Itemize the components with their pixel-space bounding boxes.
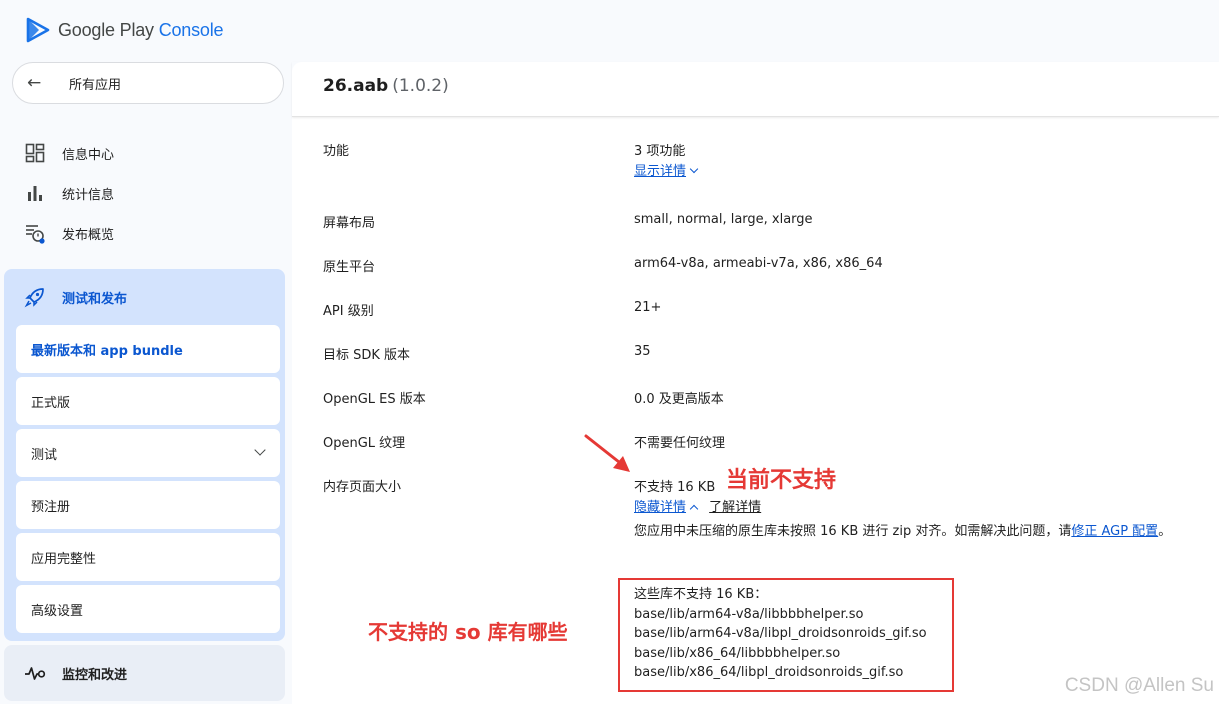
release-group: 测试和发布 最新版本和 app bundle 正式版 测试 预注册 应用完整性 … bbox=[4, 269, 285, 641]
play-console-logo[interactable]: Google Play Console bbox=[26, 16, 224, 44]
bar-chart-icon bbox=[24, 182, 46, 204]
nav-item-dashboard[interactable]: 信息中心 bbox=[24, 141, 114, 165]
sub-item-label: 正式版 bbox=[31, 395, 71, 411]
libs-title: 这些库不支持 16 KB： bbox=[634, 587, 768, 602]
opengl-es-label: OpenGL ES 版本 bbox=[323, 392, 426, 407]
target-sdk-value: 35 bbox=[634, 344, 651, 359]
dashboard-icon bbox=[24, 142, 46, 164]
lib-path: base/lib/arm64-v8a/libpl_droidsonroids_g… bbox=[634, 626, 927, 641]
alignment-description: 您应用中未压缩的原生库未按照 16 KB 进行 zip 对齐。如需解决此问题，请… bbox=[634, 522, 1194, 542]
release-group-label: 测试和发布 bbox=[62, 291, 128, 307]
features-value: 3 项功能 bbox=[634, 144, 686, 159]
screen-layout-label: 屏幕布局 bbox=[323, 216, 376, 231]
sub-item-label: 测试 bbox=[31, 447, 58, 463]
native-platforms-label: 原生平台 bbox=[323, 260, 376, 275]
nav-item-label: 统计信息 bbox=[62, 187, 115, 203]
memory-page-links: 隐藏详情 了解详情 bbox=[634, 496, 761, 515]
vitals-icon bbox=[24, 662, 46, 684]
sub-item-label: 预注册 bbox=[31, 499, 71, 515]
nav-item-monitor-and-improve[interactable]: 监控和改进 bbox=[4, 645, 285, 701]
lib-path: base/lib/x86_64/libbbbhelper.so bbox=[634, 645, 841, 661]
memory-page-size-value: 不支持 16 KB bbox=[634, 480, 716, 495]
opengl-textures-value: 不需要任何纹理 bbox=[634, 436, 726, 451]
annotation-which-so: 不支持的 so 库有哪些 bbox=[368, 620, 568, 644]
chevron-down-icon bbox=[689, 164, 699, 174]
opengl-es-value: 0.0 及更高版本 bbox=[634, 392, 724, 407]
bundle-header: 26.aab (1.0.2) bbox=[292, 62, 1219, 117]
api-level-label: API 级别 bbox=[323, 304, 374, 319]
api-level-value: 21+ bbox=[634, 300, 662, 315]
native-platforms-value: arm64-v8a, armeabi-v7a, x86, x86_64 bbox=[634, 256, 883, 271]
nav-item-label: 发布概览 bbox=[62, 227, 115, 243]
arrow-left-icon: ← bbox=[27, 73, 42, 93]
nav-item-production[interactable]: 正式版 bbox=[16, 377, 280, 425]
sub-item-label: 高级设置 bbox=[31, 603, 84, 619]
features-label: 功能 bbox=[323, 144, 350, 159]
show-details-text: 显示详情 bbox=[634, 164, 687, 179]
show-details-link[interactable]: 显示详情 bbox=[634, 160, 699, 179]
chevron-down-icon bbox=[254, 444, 266, 456]
target-sdk-label: 目标 SDK 版本 bbox=[323, 348, 411, 363]
all-apps-button[interactable]: ← 所有应用 bbox=[12, 62, 284, 104]
learn-more-link[interactable]: 了解详情 bbox=[709, 500, 761, 515]
annotation-current-unsupported: 当前不支持 bbox=[726, 468, 837, 493]
fix-agp-config-link[interactable]: 修正 AGP 配置 bbox=[1071, 524, 1158, 539]
unsupported-libs-box: 这些库不支持 16 KB： base/lib/arm64-v8a/libbbbh… bbox=[618, 578, 954, 692]
nav-item-testing[interactable]: 测试 bbox=[16, 429, 280, 477]
lib-path: base/lib/x86_64/libpl_droidsonroids_gif.… bbox=[634, 665, 904, 680]
bundle-name: 26.aab bbox=[323, 76, 389, 96]
nav-item-pre-registration[interactable]: 预注册 bbox=[16, 481, 280, 529]
brand-prefix: Google Play bbox=[58, 19, 154, 40]
nav-item-publishing-overview[interactable]: 发布概览 bbox=[24, 221, 114, 245]
publishing-overview-icon bbox=[24, 222, 46, 244]
lib-path: base/lib/arm64-v8a/libbbbhelper.so bbox=[634, 606, 864, 622]
page-title: 26.aab (1.0.2) bbox=[323, 76, 449, 96]
hide-details-text: 隐藏详情 bbox=[634, 500, 687, 515]
sub-item-label: 最新版本和 app bundle bbox=[31, 343, 183, 359]
memory-page-size-label: 内存页面大小 bbox=[323, 480, 402, 495]
screen-layout-value: small, normal, large, xlarge bbox=[634, 212, 813, 227]
nav-item-advanced-settings[interactable]: 高级设置 bbox=[16, 585, 280, 633]
monitor-label: 监控和改进 bbox=[62, 667, 128, 683]
description-text: 您应用中未压缩的原生库未按照 16 KB 进行 zip 对齐。如需解决此问题，请 bbox=[634, 524, 1072, 539]
nav-item-test-and-release[interactable]: 测试和发布 bbox=[24, 285, 127, 309]
brand-suffix: Console bbox=[158, 19, 224, 40]
brand-name: Google Play Console bbox=[58, 19, 224, 41]
opengl-textures-label: OpenGL 纹理 bbox=[323, 436, 406, 451]
chevron-up-icon bbox=[689, 504, 699, 514]
sidebar: Google Play Console ← 所有应用 信息中心 统计信息 发布概… bbox=[0, 0, 292, 704]
hide-details-link[interactable]: 隐藏详情 bbox=[634, 500, 699, 515]
nav-item-app-integrity[interactable]: 应用完整性 bbox=[16, 533, 280, 581]
all-apps-label: 所有应用 bbox=[69, 77, 122, 93]
play-console-logo-icon bbox=[26, 17, 50, 43]
nav-item-latest-releases[interactable]: 最新版本和 app bundle bbox=[16, 325, 280, 373]
rocket-icon bbox=[24, 286, 46, 308]
watermark: CSDN @Allen Su bbox=[1064, 675, 1214, 696]
annotation-arrow-icon bbox=[584, 434, 630, 472]
main-content: 26.aab (1.0.2) 功能 3 项功能 显示详情 屏幕布局 small, … bbox=[292, 62, 1219, 704]
sub-item-label: 应用完整性 bbox=[31, 551, 97, 567]
nav-item-label: 信息中心 bbox=[62, 147, 115, 163]
description-end: 。 bbox=[1158, 524, 1172, 539]
nav-item-statistics[interactable]: 统计信息 bbox=[24, 181, 114, 205]
bundle-version: (1.0.2) bbox=[392, 76, 449, 96]
